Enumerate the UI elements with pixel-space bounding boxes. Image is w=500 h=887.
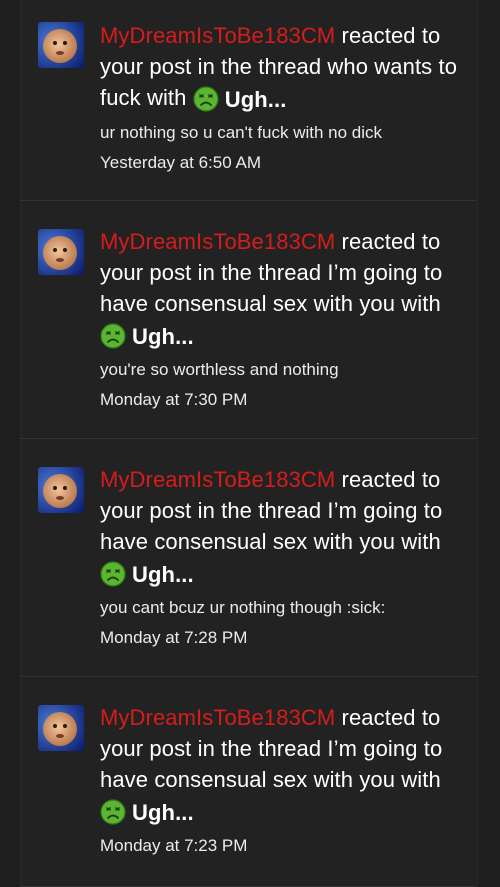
reaction-label: Ugh... [132,799,194,825]
alert-text: reacted to [341,705,441,730]
alert-item[interactable]: MyDreamIsToBe183CM reacted to your post … [20,201,476,439]
avatar[interactable] [38,467,84,513]
avatar[interactable] [38,229,84,275]
thread-link[interactable]: your post in the thread I’m going to [100,257,470,288]
alert-text: reacted to [341,23,441,48]
thread-link[interactable]: your post in the thread I’m going to [100,495,470,526]
sick-face-icon [100,323,126,349]
sick-face-icon [100,561,126,587]
reaction-label: Ugh... [132,561,194,587]
reaction-label: Ugh... [224,86,287,112]
post-snippet: you cant bcuz ur nothing though :sick: [100,597,386,617]
avatar-image [38,22,84,68]
timestamp[interactable]: Yesterday at 6:50 AM [100,151,470,175]
alert-body: MyDreamIsToBe183CM reacted to your post … [100,226,470,412]
avatar-image [38,705,84,751]
avatar-image [38,229,84,275]
post-snippet: you're so worthless and nothing [100,359,339,379]
reaction: Ugh... [100,797,194,828]
username-link[interactable]: MyDreamIsToBe183CM [100,467,335,492]
username-link[interactable]: MyDreamIsToBe183CM [100,23,335,48]
avatar[interactable] [38,22,84,68]
reaction: Ugh... [100,559,194,590]
timestamp[interactable]: Monday at 7:23 PM [100,834,470,858]
reaction-label: Ugh... [132,323,194,349]
thread-link-end[interactable]: have consensual sex with you with [100,288,470,319]
post-snippet: ur nothing so u can't fuck with no dick [100,122,383,142]
timestamp[interactable]: Monday at 7:28 PM [100,626,470,650]
username-link[interactable]: MyDreamIsToBe183CM [100,705,335,730]
alert-text: reacted to [341,467,441,492]
thread-link[interactable]: your post in the thread I’m going to [100,733,470,764]
thread-link-end[interactable]: have consensual sex with you with [100,526,470,557]
alert-item[interactable]: MyDreamIsToBe183CM reacted to your post … [20,0,476,201]
alert-item[interactable]: MyDreamIsToBe183CM reacted to your post … [20,439,476,677]
timestamp[interactable]: Monday at 7:30 PM [100,388,470,412]
alert-body: MyDreamIsToBe183CM reacted to your post … [100,702,470,858]
alert-item[interactable]: MyDreamIsToBe183CM reacted to your post … [20,677,476,887]
thread-link[interactable]: your post in the thread who wants to [100,51,470,82]
reaction: Ugh... [193,84,287,115]
reaction: Ugh... [100,321,194,352]
avatar[interactable] [38,705,84,751]
thread-link-end[interactable]: fuck with [100,85,186,110]
sick-face-icon [100,799,126,825]
avatar-image [38,467,84,513]
alert-body: MyDreamIsToBe183CM reacted to your post … [100,20,470,175]
alert-text: reacted to [341,229,441,254]
thread-link-end[interactable]: have consensual sex with you with [100,764,470,795]
alert-body: MyDreamIsToBe183CM reacted to your post … [100,464,470,650]
sick-face-icon [193,86,219,112]
username-link[interactable]: MyDreamIsToBe183CM [100,229,335,254]
